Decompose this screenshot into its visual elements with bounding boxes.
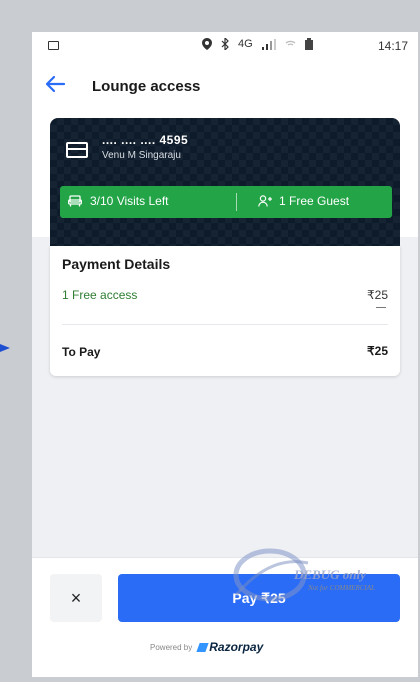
watermark-line-2: Not for COMMERCIAL [308, 584, 375, 592]
clock: 14:17 [377, 39, 408, 53]
visits-left-text: 3/10 Visits Left [90, 194, 169, 208]
razorpay-logo: Razorpay [196, 640, 264, 654]
powered-by-text: Powered by [150, 642, 193, 652]
card-number: .... .... .... 4595 [102, 133, 189, 147]
close-button[interactable]: × [50, 574, 102, 622]
free-guest-group: 1 Free Guest [258, 194, 349, 208]
status-bar: 4G 14:17 [32, 32, 418, 60]
sofa-icon [68, 195, 82, 207]
status-icons: 4G [202, 38, 313, 50]
screenshot-icon [48, 41, 59, 50]
network-type: 4G [238, 38, 253, 50]
free-access-label: 1 Free access [62, 288, 138, 302]
watermark-line-1: DEBUG only [294, 567, 366, 582]
strikethrough-mark [376, 307, 386, 308]
wifi-off-icon [285, 40, 296, 46]
free-access-amount: ₹25 [367, 288, 388, 302]
add-person-icon [258, 195, 272, 207]
pointer-arrow-icon [0, 344, 10, 352]
page-title: Lounge access [92, 78, 201, 95]
visits-banner: 3/10 Visits Left 1 Free Guest [60, 186, 392, 218]
payment-details-title: Payment Details [62, 256, 171, 272]
card-holder-name: Venu M Singaraju [102, 150, 181, 161]
payment-details-card: Payment Details 1 Free access ₹25 To Pay… [50, 246, 400, 376]
title-bar: Lounge access [32, 62, 418, 108]
razorpay-brand-text: Razorpay [209, 640, 264, 654]
signal-icon [261, 38, 276, 50]
bluetooth-icon [221, 38, 229, 50]
row-divider [62, 324, 388, 325]
back-arrow-icon[interactable] [44, 74, 66, 94]
razorpay-mark-icon [196, 642, 209, 652]
to-pay-label: To Pay [62, 345, 101, 359]
to-pay-amount: ₹25 [367, 344, 388, 358]
divider [236, 193, 237, 211]
powered-by: Powered by Razorpay [150, 640, 263, 654]
visits-left-group: 3/10 Visits Left [68, 194, 169, 208]
location-icon [202, 38, 212, 50]
free-guest-text: 1 Free Guest [279, 194, 350, 208]
credit-card-icon [66, 142, 88, 158]
battery-icon [304, 38, 313, 50]
membership-card: .... .... .... 4595 Venu M Singaraju 3/1… [50, 118, 400, 246]
